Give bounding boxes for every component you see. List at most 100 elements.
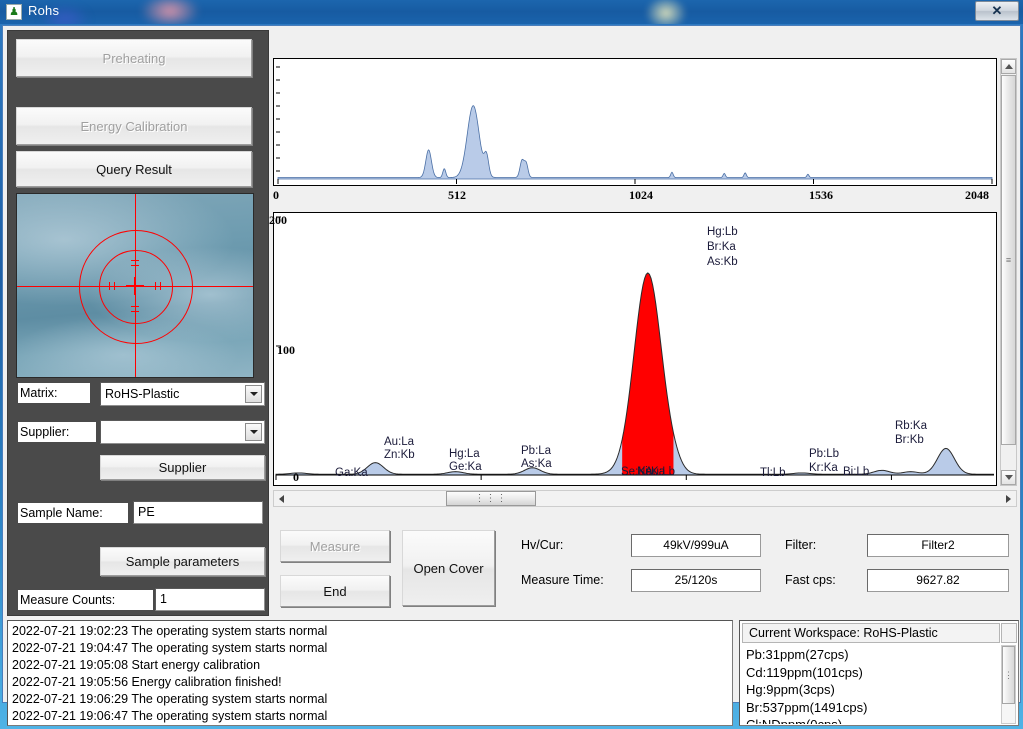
supplier-label: Supplier: (18, 422, 96, 442)
overview-spectrum-chart[interactable] (273, 58, 997, 186)
result-item: Br:537ppm(1491cps) (746, 699, 868, 715)
open-cover-button[interactable]: Open Cover (402, 530, 495, 606)
desktop-blur-artifact (140, 0, 200, 24)
results-vertical-scrollbar[interactable]: ⋮ (1001, 645, 1016, 724)
matrix-combobox[interactable]: RoHS-Plastic (100, 382, 265, 406)
chart-horizontal-scrollbar[interactable]: ⋮⋮⋮ (273, 490, 1017, 507)
overview-xtick-1024: 1024 (629, 188, 653, 202)
overview-spectrum-plot (276, 66, 993, 184)
sample-name-input[interactable]: PE (133, 501, 263, 524)
reticle-tick (114, 281, 115, 290)
log-line: 2022-07-21 19:02:23 The operating system… (12, 624, 328, 638)
reticle-tick (131, 310, 139, 312)
scroll-right-icon[interactable] (1001, 491, 1016, 506)
measure-time-value: 25/120s (631, 569, 761, 592)
results-header-spacer (1001, 623, 1017, 643)
chevron-down-icon[interactable] (245, 423, 262, 441)
application-window: Preheating Energy Calibration Query Resu… (2, 25, 1021, 726)
peak-label-rb-ka: Rb:Ka (895, 420, 927, 432)
reticle-tick (134, 276, 135, 295)
live-camera-view[interactable] (16, 193, 254, 378)
close-icon[interactable]: ✕ (975, 1, 1019, 21)
energy-calibration-button[interactable]: Energy Calibration (16, 107, 252, 145)
peak-label-br-ka: Br:Ka (707, 241, 736, 253)
peak-label-as-kb: As:Kb (707, 256, 738, 268)
results-scroll-thumb[interactable]: ⋮ (1002, 646, 1015, 704)
overview-xtick-1536: 1536 (809, 188, 833, 202)
filter-value: Filter2 (867, 534, 1009, 557)
fast-cps-label: Fast cps: (785, 573, 836, 587)
query-result-button[interactable]: Query Result (16, 151, 252, 187)
measure-button[interactable]: Measure (280, 530, 390, 562)
peak-label-kr-ka: Kr:Ka (809, 462, 838, 474)
detail-spectrum-plot (275, 216, 994, 480)
desktop-blur-artifact (645, 0, 687, 24)
peak-label-pb-la: Pb:La (521, 445, 552, 457)
chart-vertical-scrollbar[interactable]: ≡ (1000, 58, 1017, 486)
peak-label-hg-la: Hg:La (449, 448, 480, 460)
results-panel[interactable]: Current Workspace: RoHS-Plastic Pb:31ppm… (739, 620, 1019, 726)
measure-time-label: Measure Time: (521, 573, 604, 587)
peak-label-bi-lb: Bi:Lb (843, 466, 870, 478)
log-line-container: 2022-07-21 19:02:23 The operating system… (12, 623, 728, 725)
supplier-button[interactable]: Supplier (100, 455, 265, 480)
reticle-tick (160, 281, 161, 290)
result-item: Cl:NDppm(0cps) (746, 716, 996, 724)
reticle-tick (126, 284, 144, 286)
overview-xtick-0: 0 (273, 188, 279, 202)
results-list: Pb:31ppm(27cps) Cd:119ppm(101cps) Hg:9ppm(… (742, 645, 1000, 724)
measure-counts-input[interactable]: 1 (155, 588, 265, 611)
reticle-tick (131, 259, 139, 261)
reticle-tick (131, 305, 139, 307)
sample-name-label: Sample Name: (18, 503, 128, 523)
peak-label-br-kb: Br:Kb (895, 434, 924, 446)
system-log-panel[interactable]: 2022-07-21 19:02:23 The operating system… (7, 620, 733, 726)
chart-scroll-thumb[interactable]: ≡ (1001, 75, 1016, 445)
reticle-tick (131, 264, 139, 266)
supplier-combobox[interactable] (100, 420, 265, 444)
result-item: Hg:9ppm(3cps) (746, 682, 835, 697)
peak-label-pb-lb: Pb:Lb (809, 448, 840, 460)
scroll-up-icon[interactable] (1001, 59, 1016, 74)
peak-label-au-lb: Au:Lb (645, 466, 676, 478)
chevron-down-icon[interactable] (245, 385, 262, 403)
overview-xtick-512: 512 (448, 188, 466, 202)
desktop-background: ♟ Rohs ✕ Preheating Energy Calibration Q… (0, 0, 1023, 729)
window-title: Rohs (28, 3, 60, 18)
matrix-label: Matrix: (18, 383, 90, 403)
measurement-controls: Measure End Open Cover Hv/Cur: 49kV/999u… (271, 522, 1019, 616)
peak-label-ge-ka: Ge:Ka (449, 461, 482, 473)
measure-counts-label: Measure Counts: (18, 590, 153, 610)
fast-cps-value: 9627.82 (867, 569, 1009, 592)
reticle-tick (155, 281, 156, 290)
peak-label-hg-lb: Hg:Lb (707, 226, 738, 238)
end-button[interactable]: End (280, 575, 390, 607)
hv-cur-value: 49kV/999uA (631, 534, 761, 557)
detail-spectrum-chart[interactable] (273, 212, 997, 486)
filter-label: Filter: (785, 538, 817, 552)
peak-label-au-la: Au:La (384, 436, 415, 448)
result-item: Cd:119ppm(101cps) (746, 664, 863, 680)
left-control-panel: Preheating Energy Calibration Query Resu… (7, 30, 269, 616)
log-line: 2022-07-21 19:06:47 The operating system… (12, 709, 328, 723)
spectrum-chart-area: 0 512 1024 1536 2048 200 100 0 448 512 5… (269, 30, 1019, 518)
app-icon: ♟ (6, 4, 22, 20)
matrix-combobox-value: RoHS-Plastic (105, 387, 180, 401)
result-item: Pb:31ppm(27cps) (746, 647, 849, 662)
scroll-down-icon[interactable] (1001, 470, 1016, 485)
current-workspace-header: Current Workspace: RoHS-Plastic (742, 623, 1000, 643)
log-line: 2022-07-21 19:05:08 Start energy calibra… (12, 658, 261, 672)
log-line: 2022-07-21 19:04:47 The operating system… (12, 641, 328, 655)
peak-label-zn-kb: Zn:Kb (384, 449, 415, 461)
reticle-inner-ring (99, 249, 173, 324)
overview-xtick-2048: 2048 (965, 188, 989, 202)
preheating-button[interactable]: Preheating (16, 39, 252, 77)
log-line: 2022-07-21 19:05:56 Energy calibration f… (12, 675, 282, 689)
chart-hscroll-thumb[interactable]: ⋮⋮⋮ (446, 491, 536, 506)
reticle-tick (109, 281, 110, 290)
scroll-left-icon[interactable] (274, 491, 289, 506)
peak-label-ga-ka: Ga:Ka (335, 467, 368, 479)
hv-cur-label: Hv/Cur: (521, 538, 564, 552)
peak-label-tl-lb: Tl:Lb (760, 467, 786, 479)
sample-parameters-button[interactable]: Sample parameters (100, 547, 265, 576)
